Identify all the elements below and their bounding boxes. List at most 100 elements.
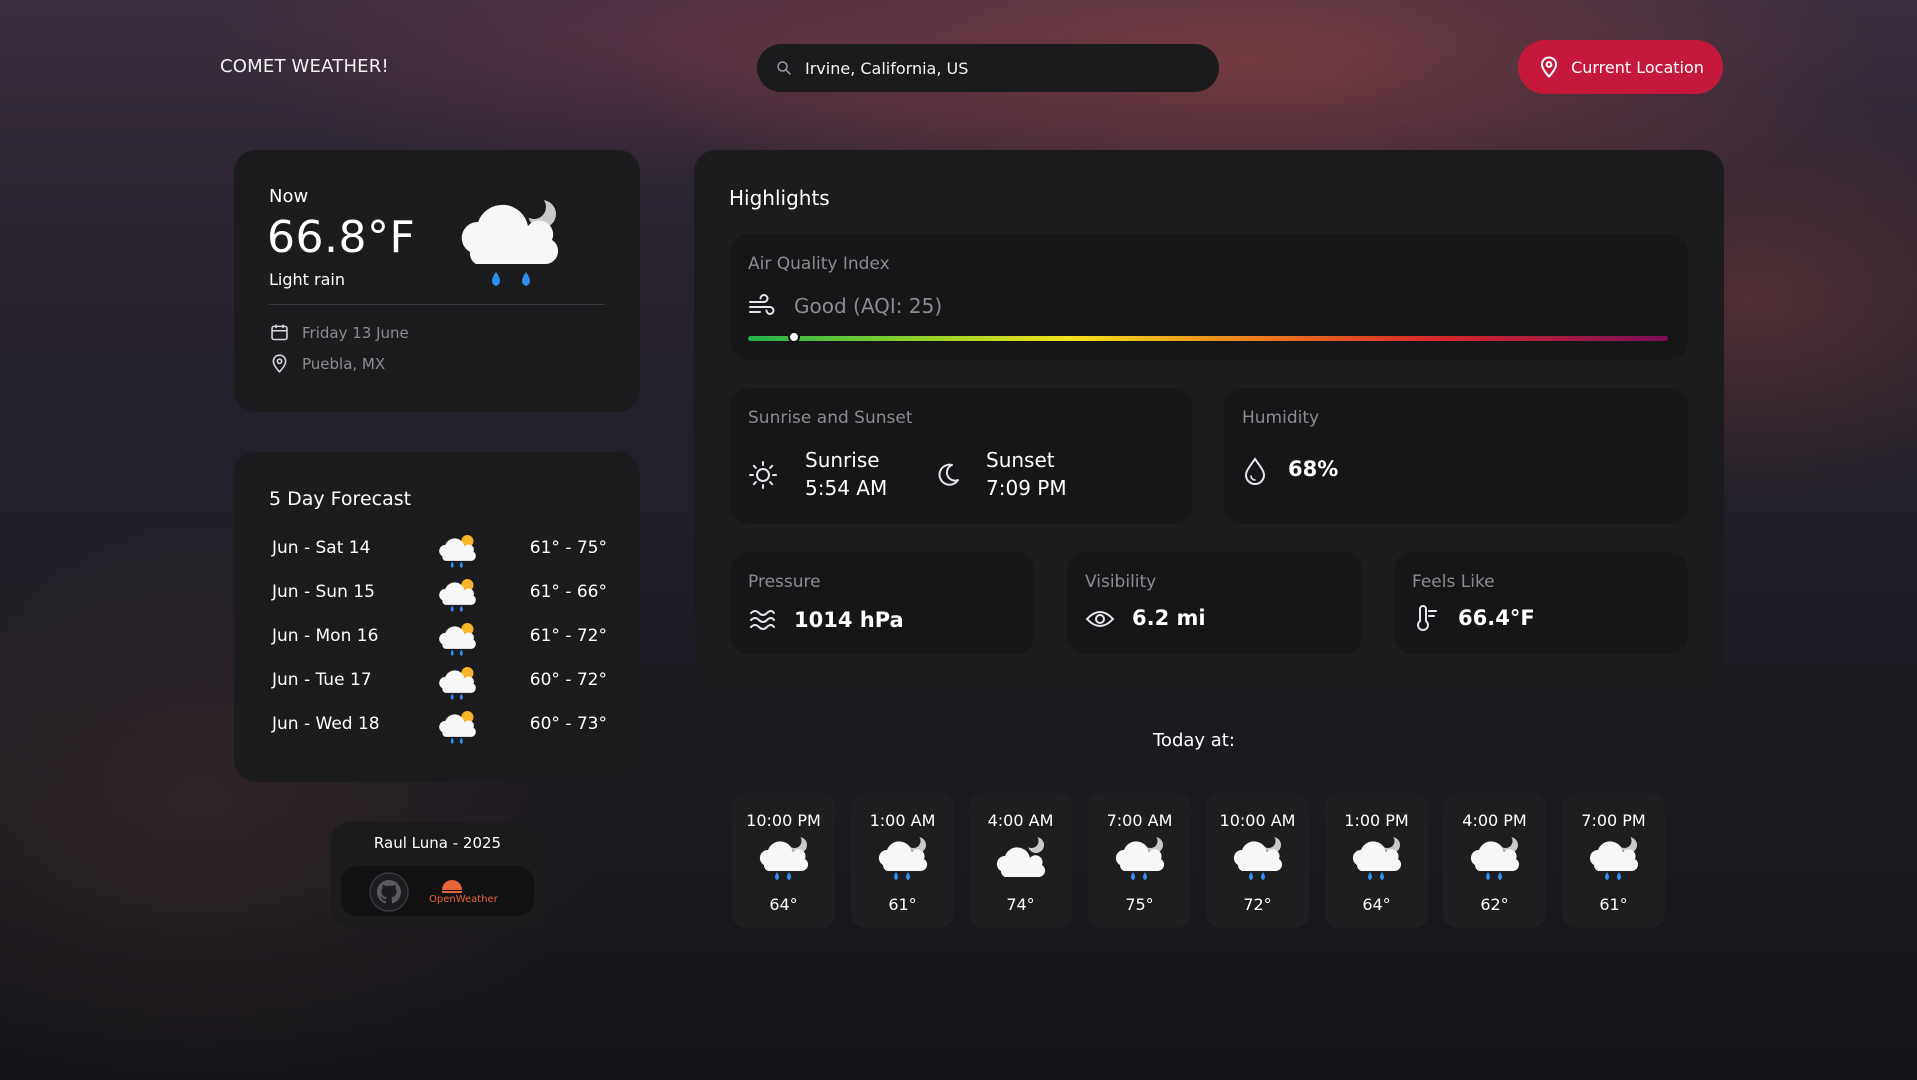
hourly-card: 10:00 PM 64° [732, 793, 835, 928]
hourly-time: 7:00 AM [1106, 811, 1173, 830]
cloud-moon-rain-icon [1115, 834, 1165, 880]
feels-like-card: Feels Like 66.4°F [1394, 552, 1688, 654]
highlights-title: Highlights [729, 186, 830, 210]
forecast-row: Jun - Sun 15 61° - 66° [272, 576, 607, 612]
openweather-logo[interactable] [439, 876, 465, 894]
waves-icon [750, 610, 775, 630]
current-location-label: Current Location [1571, 57, 1704, 77]
hourly-temp: 64° [1362, 895, 1391, 914]
humidity-card: Humidity 68% [1224, 388, 1688, 524]
feels-like-label: Feels Like [1412, 572, 1495, 592]
aqi-scale-bar [748, 336, 1668, 341]
water-drop-icon [1244, 457, 1266, 485]
current-date: Friday 13 June [302, 323, 409, 342]
current-weather-card: Now 66.8°F Light rain Friday 13 June Pue… [234, 150, 640, 412]
sun-icon [749, 461, 777, 489]
forecast-range: 60° - 73° [529, 714, 607, 734]
cloud-moon-icon [996, 834, 1046, 877]
credits-panel: Raul Luna - 2025 OpenWeather [331, 822, 544, 928]
hourly-temp: 75° [1125, 895, 1154, 914]
forecast-range: 61° - 72° [529, 626, 607, 646]
hourly-card: 1:00 PM 64° [1325, 793, 1428, 928]
map-pin-icon [272, 354, 287, 373]
search-icon [777, 61, 791, 75]
hourly-card: 7:00 AM 75° [1088, 793, 1191, 928]
cloud-sun-rain-icon [439, 711, 476, 744]
credit-logos: OpenWeather [341, 866, 534, 916]
weather-description: Light rain [269, 270, 345, 289]
sunset-time: 7:09 PM [986, 476, 1067, 500]
hourly-temp: 61° [1599, 895, 1628, 914]
location-row: Puebla, MX [269, 353, 385, 374]
cloud-sun-rain-icon [439, 623, 476, 656]
forecast-range: 61° - 66° [529, 582, 607, 602]
github-icon[interactable] [369, 872, 409, 912]
sunrise-time: 5:54 AM [805, 476, 888, 500]
forecast-row: Jun - Mon 16 61° - 72° [272, 620, 607, 656]
hourly-temp: 72° [1243, 895, 1272, 914]
forecast-day: Jun - Tue 17 [272, 670, 372, 690]
current-location: Puebla, MX [302, 354, 386, 373]
pressure-label: Pressure [748, 572, 821, 592]
pressure-value: 1014 hPa [794, 608, 904, 632]
cloud-moon-rain-icon [759, 834, 809, 880]
forecast-day: Jun - Mon 16 [272, 626, 379, 646]
forecast-card: 5 Day Forecast Jun - Sat 14 61° - 75° Jun … [234, 452, 640, 782]
search-bar[interactable] [757, 44, 1219, 92]
forecast-row: Jun - Sat 14 61° - 75° [272, 532, 607, 568]
forecast-day: Jun - Wed 18 [272, 714, 380, 734]
cloud-moon-rain-icon [1470, 834, 1520, 880]
today-title: Today at: [1153, 730, 1235, 751]
hourly-temp: 74° [1006, 895, 1035, 914]
openweather-label: OpenWeather [429, 894, 498, 905]
search-input[interactable] [803, 57, 1187, 79]
visibility-value: 6.2 mi [1132, 606, 1206, 630]
forecast-day: Jun - Sat 14 [272, 538, 371, 558]
hourly-card: 10:00 AM 72° [1206, 793, 1309, 928]
hourly-temp: 62° [1480, 895, 1509, 914]
cloud-moon-rain-icon [1233, 834, 1283, 880]
current-temperature: 66.8°F [267, 212, 416, 263]
hourly-temp: 61° [888, 895, 917, 914]
visibility-label: Visibility [1085, 572, 1157, 592]
forecast-range: 60° - 72° [529, 670, 607, 690]
moon-icon [938, 463, 959, 486]
hourly-time: 10:00 PM [746, 811, 821, 830]
cloud-sun-rain-icon [439, 535, 476, 568]
hourly-time: 10:00 AM [1219, 811, 1296, 830]
calendar-icon [271, 324, 288, 341]
cloud-sun-rain-icon [439, 667, 476, 700]
eye-icon [1085, 611, 1115, 627]
now-label: Now [269, 186, 309, 207]
forecast-title: 5 Day Forecast [269, 488, 412, 510]
hourly-time: 4:00 PM [1462, 811, 1527, 830]
hourly-card: 7:00 PM 61° [1562, 793, 1665, 928]
date-row: Friday 13 June [269, 322, 409, 343]
cloud-sun-rain-icon [439, 579, 476, 612]
current-location-button[interactable]: Current Location [1518, 40, 1723, 94]
cloud-moon-rain-icon [878, 834, 928, 880]
humidity-value: 68% [1288, 457, 1339, 481]
air-quality-card: Air Quality Index Good (AQI: 25) [730, 234, 1688, 360]
hourly-time: 7:00 PM [1581, 811, 1646, 830]
author-credit: Raul Luna - 2025 [373, 834, 502, 852]
forecast-range: 61° - 75° [529, 538, 607, 558]
feels-like-value: 66.4°F [1458, 606, 1535, 630]
sunset-label: Sunset [986, 448, 1055, 472]
wind-icon [749, 294, 775, 315]
humidity-label: Humidity [1242, 408, 1320, 428]
sunrise-label: Sunrise [805, 448, 880, 472]
visibility-card: Visibility 6.2 mi [1067, 552, 1362, 654]
sun-label: Sunrise and Sunset [748, 408, 913, 428]
app-brand: COMET WEATHER! [220, 56, 389, 77]
aqi-label: Air Quality Index [748, 254, 890, 274]
sunrise-sunset-card: Sunrise and Sunset Sunrise 5:54 AM Sunse… [730, 388, 1192, 524]
thermometer-icon [1417, 605, 1437, 631]
hourly-time: 1:00 AM [869, 811, 936, 830]
forecast-day: Jun - Sun 15 [272, 582, 375, 602]
cloud-moon-rain-icon [461, 195, 559, 286]
hourly-card: 4:00 AM 74° [969, 793, 1072, 928]
aqi-indicator [788, 331, 800, 343]
hourly-time: 4:00 AM [987, 811, 1054, 830]
hourly-temp: 64° [769, 895, 798, 914]
